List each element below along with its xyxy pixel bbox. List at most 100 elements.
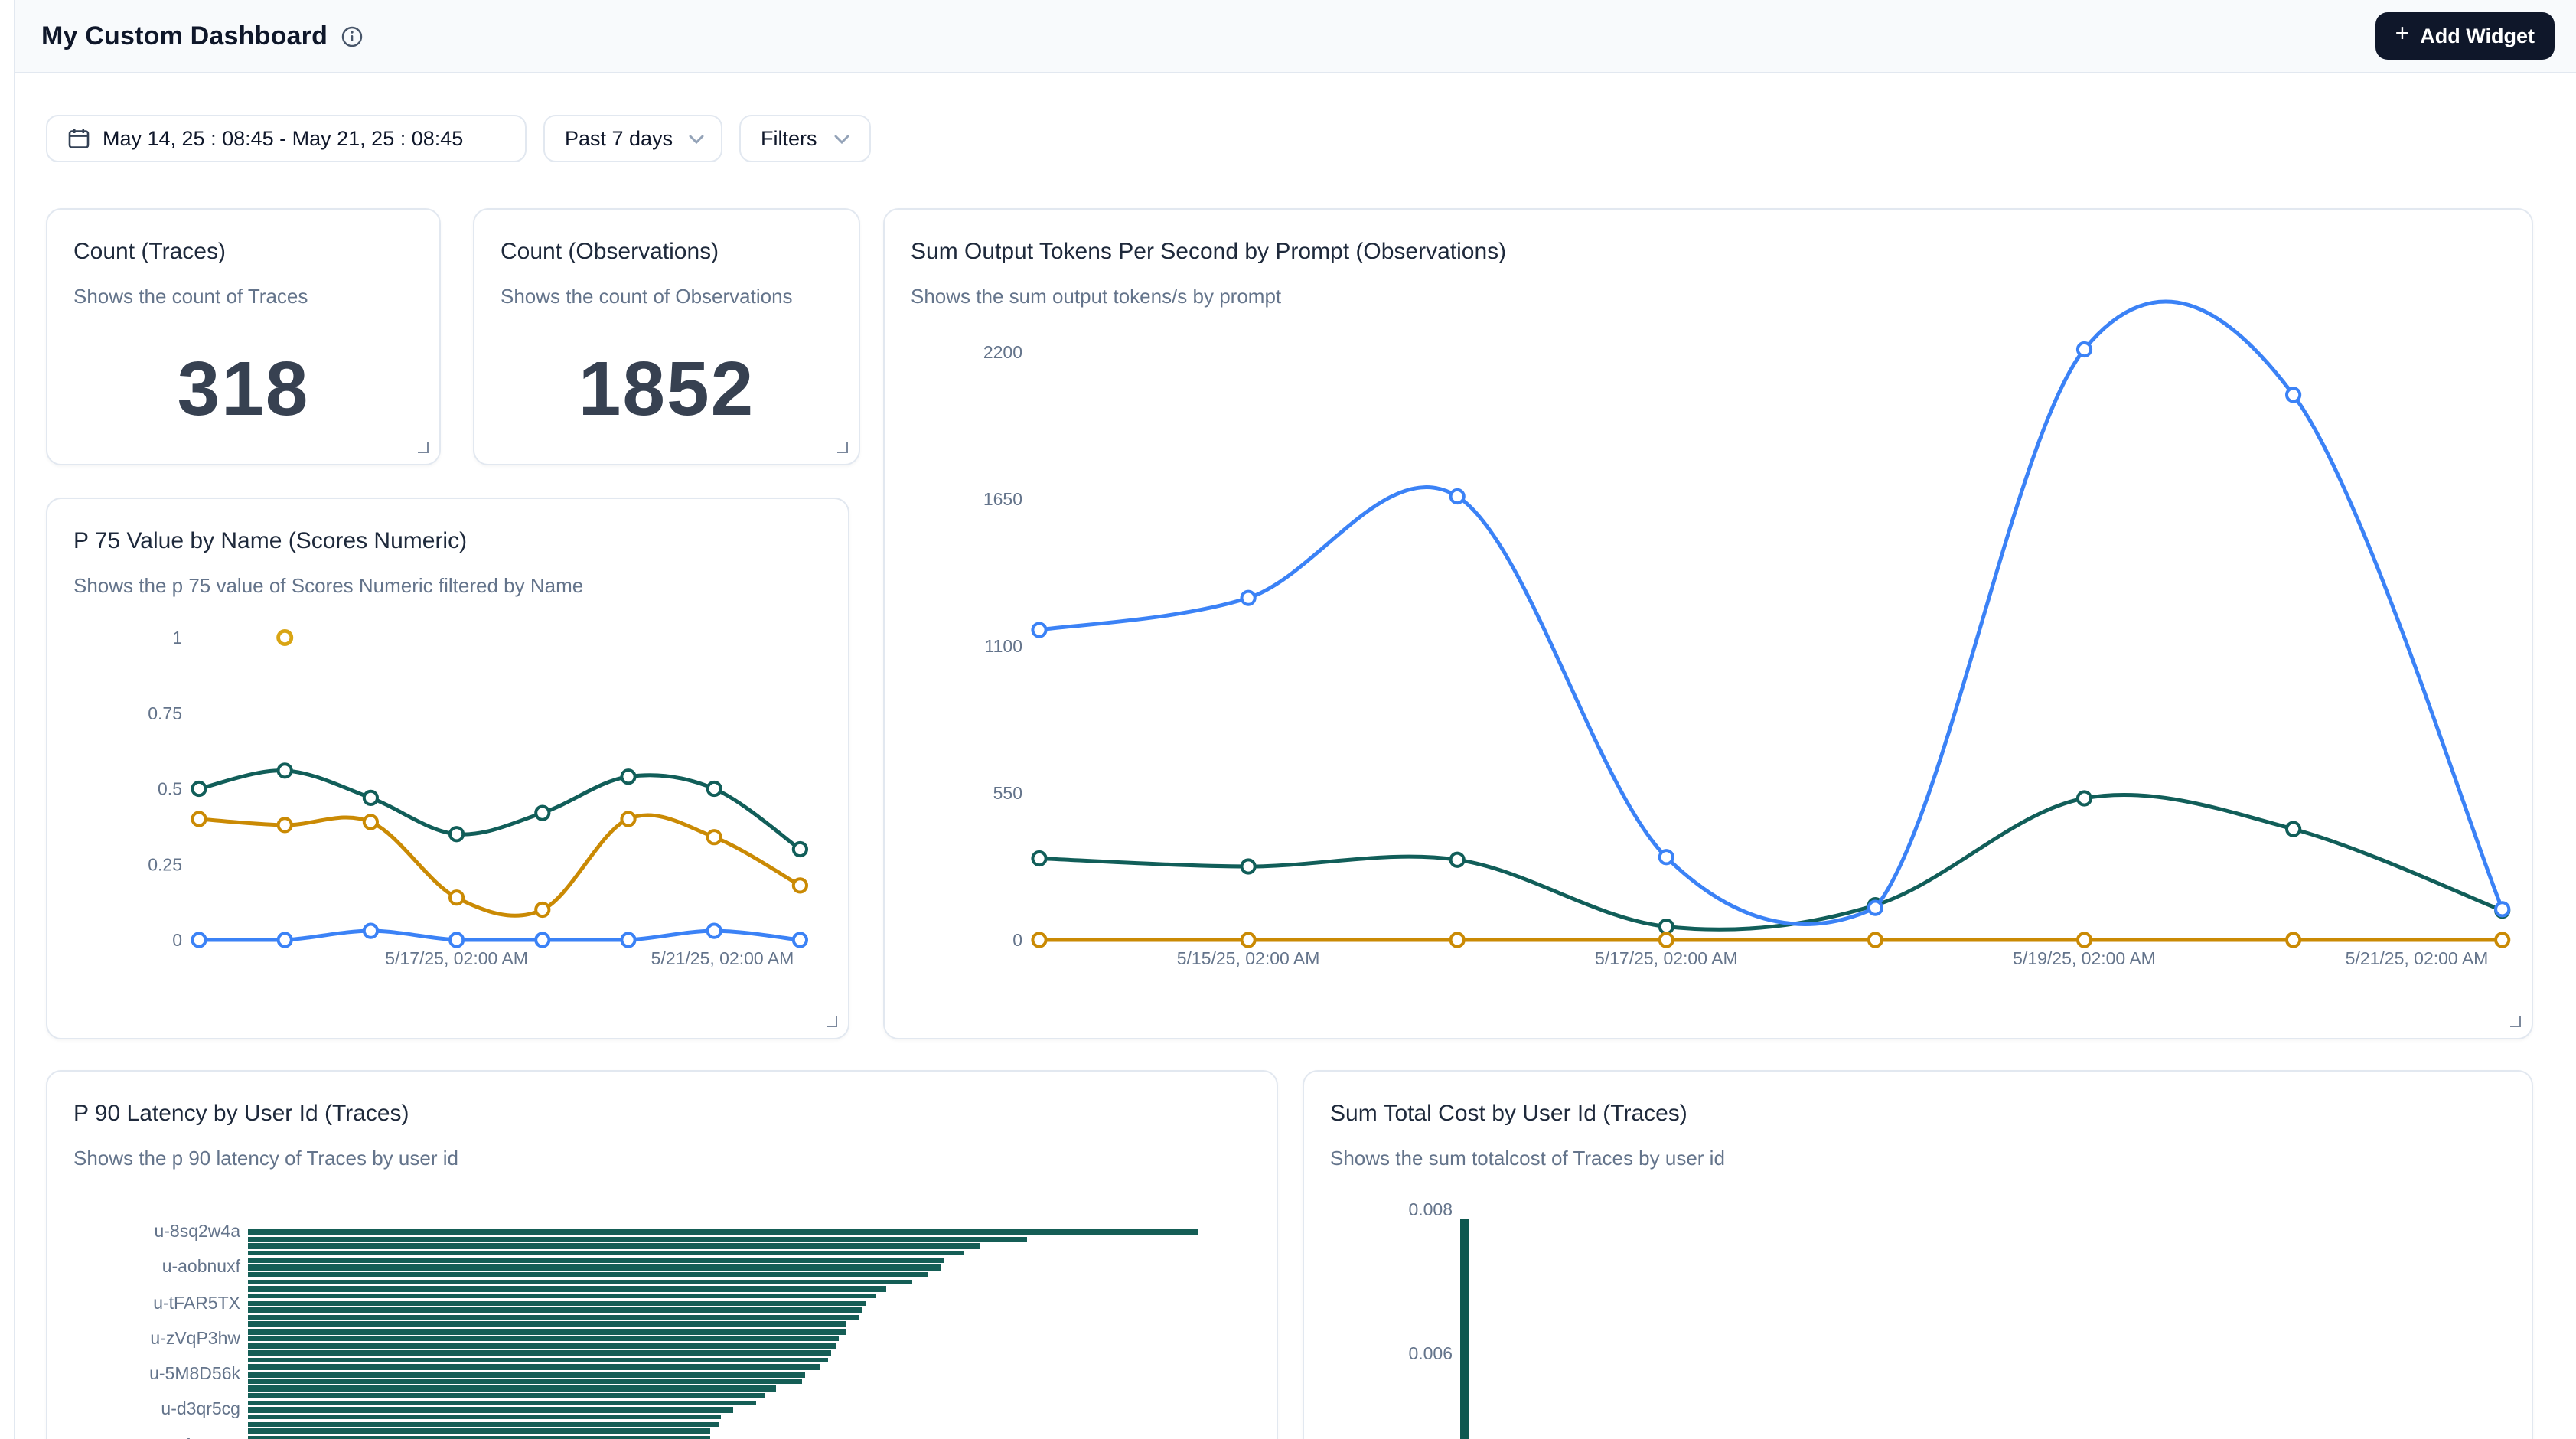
latency-bar [248, 1400, 756, 1405]
latency-bar [248, 1372, 805, 1377]
latency-bar [248, 1279, 912, 1284]
filters-label: Filters [761, 127, 817, 150]
data-point-marker [1032, 933, 1045, 946]
data-point-marker [2078, 933, 2091, 946]
count-value: 318 [47, 344, 439, 433]
data-point-marker [364, 791, 377, 804]
chevron-down-icon [834, 134, 849, 143]
data-point-marker [279, 818, 292, 831]
page-header: My Custom Dashboard + Add Widget [15, 0, 2576, 73]
data-point-marker [192, 782, 205, 795]
latency-bar [248, 1436, 711, 1439]
filters-dropdown[interactable]: Filters [739, 115, 871, 162]
data-point-marker [1032, 852, 1045, 865]
latency-bar [248, 1300, 866, 1306]
data-point-marker [708, 830, 721, 843]
info-icon[interactable] [341, 25, 363, 47]
resize-handle-icon[interactable] [837, 442, 848, 453]
data-point-marker [450, 827, 463, 840]
time-preset-value: Past 7 days [565, 127, 673, 150]
data-point-marker [1660, 933, 1673, 946]
data-point-marker [1242, 933, 1255, 946]
y-axis-category-label: u-8sq2w4a [47, 1223, 240, 1242]
data-point-marker [279, 764, 292, 777]
add-widget-label: Add Widget [2420, 24, 2535, 47]
time-preset-select[interactable]: Past 7 days [543, 115, 722, 162]
cost-bar-chart[interactable]: 0.008 0.006 [1304, 1072, 2532, 1439]
x-axis-tick: 5/15/25, 02:00 AM [1177, 948, 1320, 968]
x-axis-tick: 5/21/25, 02:00 AM [2346, 948, 2489, 968]
resize-handle-icon[interactable] [827, 1016, 837, 1027]
data-point-marker [536, 807, 549, 820]
data-point-marker [1869, 933, 1882, 946]
data-point-marker [1451, 933, 1464, 946]
x-axis-tick: 5/19/25, 02:00 AM [2013, 948, 2156, 968]
data-point-marker [621, 770, 634, 783]
y-axis-tick: 1650 [983, 489, 1022, 509]
data-point-marker [364, 815, 377, 828]
plus-icon: + [2395, 23, 2410, 47]
add-widget-button[interactable]: + Add Widget [2375, 12, 2555, 60]
y-axis-tick: 1100 [985, 636, 1022, 656]
widget-subtitle: Shows the count of Traces [73, 285, 308, 308]
y-axis-tick: 1 [172, 628, 182, 648]
widget-title: Count (Traces) [73, 239, 226, 265]
y-axis-tick: 0.008 [1361, 1202, 1453, 1220]
p90-bar-chart[interactable]: u-8sq2w4au-aobnuxfu-tFAR5TXu-zVqP3hwu-5M… [47, 1072, 1277, 1439]
latency-bar [248, 1386, 777, 1392]
data-point-marker [1869, 902, 1882, 915]
sidebar-edge-divider [14, 0, 15, 1439]
latency-bar [248, 1286, 885, 1291]
y-axis-tick: 0 [1012, 930, 1022, 950]
date-range-value: May 14, 25 : 08:45 - May 21, 25 : 08:45 [103, 127, 463, 150]
x-axis-tick: 5/17/25, 02:00 AM [385, 948, 528, 968]
widget-p90-latency: P 90 Latency by User Id (Traces) Shows t… [46, 1070, 1278, 1439]
latency-bar [248, 1272, 928, 1277]
x-axis-tick: 5/21/25, 02:00 AM [651, 948, 794, 968]
data-point-marker [2496, 902, 2509, 915]
latency-bar [248, 1307, 862, 1313]
data-point-marker [1660, 920, 1673, 933]
p75-line-chart[interactable]: 00.250.50.7515/17/25, 02:00 AM5/21/25, 0… [47, 499, 849, 1039]
data-point-marker [450, 933, 463, 946]
latency-bar [248, 1343, 836, 1349]
data-point-marker [450, 891, 463, 904]
y-axis-category-label: u-zVqP3hw [47, 1330, 240, 1349]
data-point-marker [1242, 592, 1255, 605]
latency-bar [248, 1229, 1198, 1235]
latency-bar [248, 1315, 858, 1320]
y-axis-tick: 0.25 [148, 854, 182, 874]
y-axis-tick: 0.5 [158, 779, 182, 799]
latency-bar [248, 1365, 820, 1370]
y-axis-tick: 2200 [983, 342, 1022, 362]
data-point-marker [1032, 623, 1045, 636]
latency-bar [248, 1244, 980, 1249]
count-value: 1852 [474, 344, 859, 433]
tokens-line-chart[interactable]: 05501100165022005/15/25, 02:00 AM5/17/25… [885, 210, 2533, 1039]
data-point-marker [1242, 860, 1255, 873]
latency-bar [248, 1421, 719, 1427]
line-series-blue [1039, 302, 2503, 924]
data-point-marker [2287, 933, 2300, 946]
latency-bar [248, 1408, 732, 1413]
data-point-marker [1451, 490, 1464, 503]
widget-tokens-per-second: Sum Output Tokens Per Second by Prompt (… [883, 208, 2533, 1039]
y-axis-tick: 0.006 [1361, 1345, 1453, 1363]
data-point-marker [192, 933, 205, 946]
x-axis-tick: 5/17/25, 02:00 AM [1595, 948, 1738, 968]
resize-handle-icon[interactable] [2510, 1016, 2521, 1027]
widget-total-cost: Sum Total Cost by User Id (Traces) Shows… [1303, 1070, 2533, 1439]
data-point-marker [2287, 388, 2300, 401]
latency-bar [248, 1393, 765, 1398]
resize-handle-icon[interactable] [418, 442, 429, 453]
data-point-marker [794, 933, 807, 946]
y-axis-category-label: u-5M8D56k [47, 1366, 240, 1384]
calendar-icon [67, 127, 90, 150]
latency-bar [248, 1329, 846, 1334]
widget-title: Count (Observations) [501, 239, 719, 265]
data-point-marker [364, 925, 377, 938]
data-point-marker [2078, 791, 2091, 804]
date-range-picker[interactable]: May 14, 25 : 08:45 - May 21, 25 : 08:45 [46, 115, 527, 162]
data-point-marker [708, 782, 721, 795]
data-point-marker [2496, 933, 2509, 946]
